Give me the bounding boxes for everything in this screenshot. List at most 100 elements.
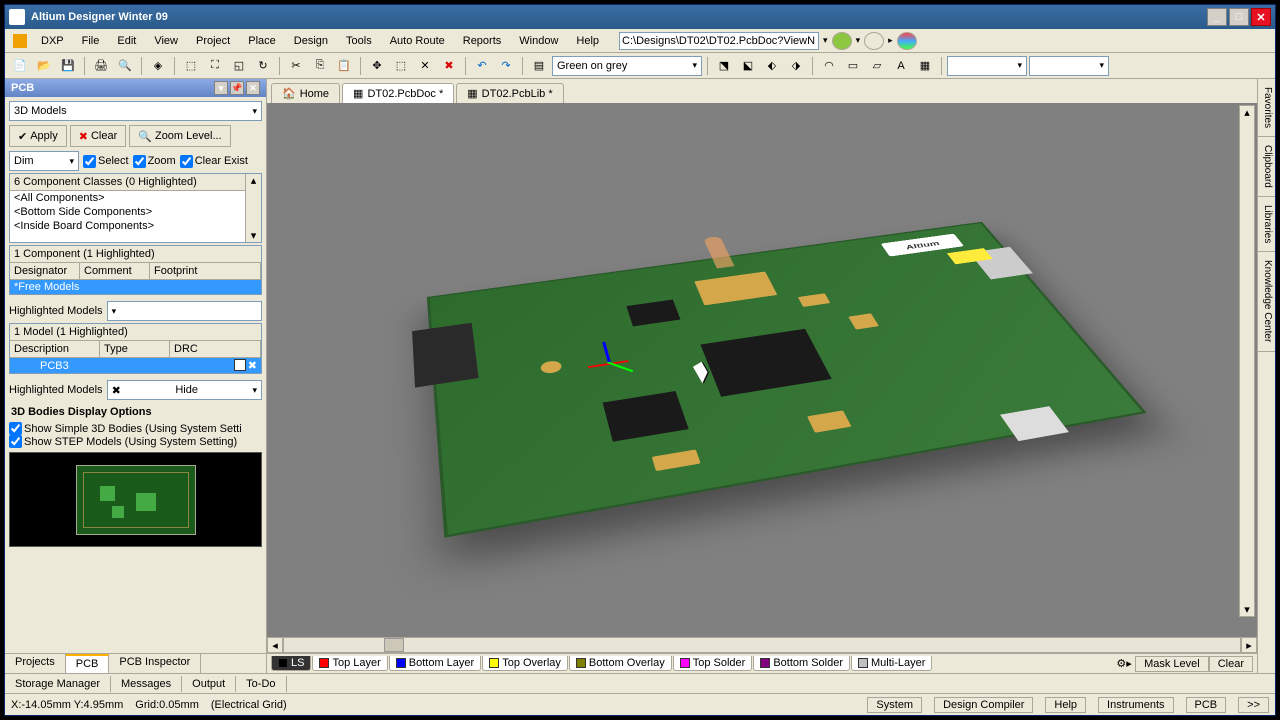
paste-icon[interactable]: 📋 [333, 56, 355, 76]
delete-icon[interactable]: ✖ [438, 56, 460, 76]
dim-dropdown[interactable]: Dim [9, 151, 79, 171]
zoom-sel-icon[interactable]: ◱ [228, 56, 250, 76]
menu-file[interactable]: File [74, 33, 108, 49]
redo-icon[interactable]: ↷ [495, 56, 517, 76]
select-checkbox[interactable]: Select [83, 155, 129, 168]
list-item[interactable]: <All Components> [10, 191, 261, 205]
nav-fwd[interactable] [864, 32, 884, 50]
layer-tab-top-overlay[interactable]: Top Overlay [482, 656, 568, 671]
zoom-level-button[interactable]: 🔍Zoom Level... [129, 125, 230, 147]
col-drc[interactable]: DRC [170, 341, 261, 357]
tab-knowledge[interactable]: Knowledge Center [1258, 252, 1275, 351]
layer-tab-ls[interactable]: LS [271, 656, 311, 671]
menu-dxp[interactable]: DXP [33, 33, 72, 49]
copy-icon[interactable]: ⎘ [309, 56, 331, 76]
tab-output[interactable]: Output [182, 676, 236, 692]
scrollbar[interactable]: ▴▾ [245, 174, 261, 242]
menu-edit[interactable]: Edit [109, 33, 144, 49]
mask-level-button[interactable]: Mask Level [1135, 656, 1209, 672]
cut-icon[interactable]: ✂ [285, 56, 307, 76]
show-simple-checkbox[interactable]: Show Simple 3D Bodies (Using System Sett… [9, 422, 262, 435]
col-comment[interactable]: Comment [80, 263, 150, 279]
close-button[interactable]: ✕ [1251, 8, 1271, 26]
color-scheme-select[interactable]: Green on grey▾ [552, 56, 702, 76]
select-icon[interactable]: ⬚ [390, 56, 412, 76]
tool-b-icon[interactable]: ⬕ [737, 56, 759, 76]
new-icon[interactable]: 📄 [9, 56, 31, 76]
dxp-icon[interactable] [9, 31, 31, 51]
tab-favorites[interactable]: Favorites [1258, 79, 1275, 137]
menu-project[interactable]: Project [188, 33, 238, 49]
tool-a-icon[interactable]: ⬔ [713, 56, 735, 76]
tab-inspector[interactable]: PCB Inspector [109, 654, 201, 673]
tab-libraries[interactable]: Libraries [1258, 197, 1275, 252]
panel-close-icon[interactable]: ✕ [246, 81, 260, 95]
zoom-fit-icon[interactable]: ⛶ [204, 56, 226, 76]
col-footprint[interactable]: Footprint [150, 263, 261, 279]
refresh-icon[interactable]: ↻ [252, 56, 274, 76]
combo-2[interactable]: ▾ [1029, 56, 1109, 76]
col-designator[interactable]: Designator [10, 263, 80, 279]
tool-c-icon[interactable]: ⬖ [761, 56, 783, 76]
menu-tools[interactable]: Tools [338, 33, 380, 49]
tab-todo[interactable]: To-Do [236, 676, 286, 692]
menu-reports[interactable]: Reports [455, 33, 510, 49]
zoom-checkbox[interactable]: Zoom [133, 155, 176, 168]
poly-icon[interactable]: ▱ [866, 56, 888, 76]
zoom-area-icon[interactable]: ⬚ [180, 56, 202, 76]
tab-projects[interactable]: Projects [5, 654, 66, 673]
models-list[interactable]: 1 Model (1 Highlighted) Description Type… [9, 323, 262, 374]
apply-button[interactable]: ✔Apply [9, 125, 67, 147]
cross-icon[interactable]: ✕ [414, 56, 436, 76]
rect-icon[interactable]: ▭ [842, 56, 864, 76]
status-pcb[interactable]: PCB [1186, 697, 1227, 713]
maximize-button[interactable]: □ [1229, 8, 1249, 26]
menu-design[interactable]: Design [286, 33, 336, 49]
tab-home[interactable]: 🏠Home [271, 83, 340, 103]
save-icon[interactable]: 💾 [57, 56, 79, 76]
tool-d-icon[interactable]: ⬗ [785, 56, 807, 76]
mode-dropdown[interactable]: 3D Models [9, 101, 262, 121]
nav-back[interactable] [832, 32, 852, 50]
tab-storage[interactable]: Storage Manager [5, 676, 111, 692]
layer-config-icon[interactable]: ⚙▸ [1113, 654, 1135, 674]
status-compiler[interactable]: Design Compiler [934, 697, 1033, 713]
clear-exist-checkbox[interactable]: Clear Exist [180, 155, 248, 168]
tab-pcb[interactable]: PCB [66, 654, 110, 673]
clear-button[interactable]: ✖Clear [70, 125, 127, 147]
menu-window[interactable]: Window [511, 33, 566, 49]
layer-tab-bottom-layer[interactable]: Bottom Layer [389, 656, 481, 671]
layer-tab-bottom-solder[interactable]: Bottom Solder [753, 656, 850, 671]
print-icon[interactable]: 🖨 [90, 56, 112, 76]
classes-list[interactable]: 6 Component Classes (0 Highlighted) <All… [9, 173, 262, 243]
undo-icon[interactable]: ↶ [471, 56, 493, 76]
layer-tab-multi-layer[interactable]: Multi-Layer [851, 656, 932, 671]
menu-view[interactable]: View [146, 33, 186, 49]
tab-clipboard[interactable]: Clipboard [1258, 137, 1275, 197]
status-help[interactable]: Help [1045, 697, 1086, 713]
menu-place[interactable]: Place [240, 33, 284, 49]
menu-help[interactable]: Help [568, 33, 607, 49]
layers-icon[interactable]: ◈ [147, 56, 169, 76]
list-item[interactable]: <Inside Board Components> [10, 219, 261, 233]
pcb3-row[interactable]: PCB3✖ [10, 358, 261, 373]
show-step-checkbox[interactable]: Show STEP Models (Using System Setting) [9, 435, 262, 448]
preview-icon[interactable]: 🔍 [114, 56, 136, 76]
mode-icon[interactable]: ▤ [528, 56, 550, 76]
nav-home[interactable] [897, 32, 917, 50]
minimize-button[interactable]: _ [1207, 8, 1227, 26]
status-instruments[interactable]: Instruments [1098, 697, 1173, 713]
status-more[interactable]: >> [1238, 697, 1269, 713]
open-icon[interactable]: 📂 [33, 56, 55, 76]
path-input[interactable] [619, 32, 819, 50]
layer-tab-bottom-overlay[interactable]: Bottom Overlay [569, 656, 672, 671]
menu-autoroute[interactable]: Auto Route [382, 33, 453, 49]
array-icon[interactable]: ▦ [914, 56, 936, 76]
combo-1[interactable]: ▾ [947, 56, 1027, 76]
layer-tab-top-layer[interactable]: Top Layer [312, 656, 387, 671]
vscrollbar[interactable]: ▴▾ [1239, 105, 1255, 617]
tab-messages[interactable]: Messages [111, 676, 182, 692]
highlighted-dropdown-1[interactable] [107, 301, 262, 321]
components-list[interactable]: 1 Component (1 Highlighted) Designator C… [9, 245, 262, 295]
free-models-row[interactable]: *Free Models [10, 280, 261, 294]
